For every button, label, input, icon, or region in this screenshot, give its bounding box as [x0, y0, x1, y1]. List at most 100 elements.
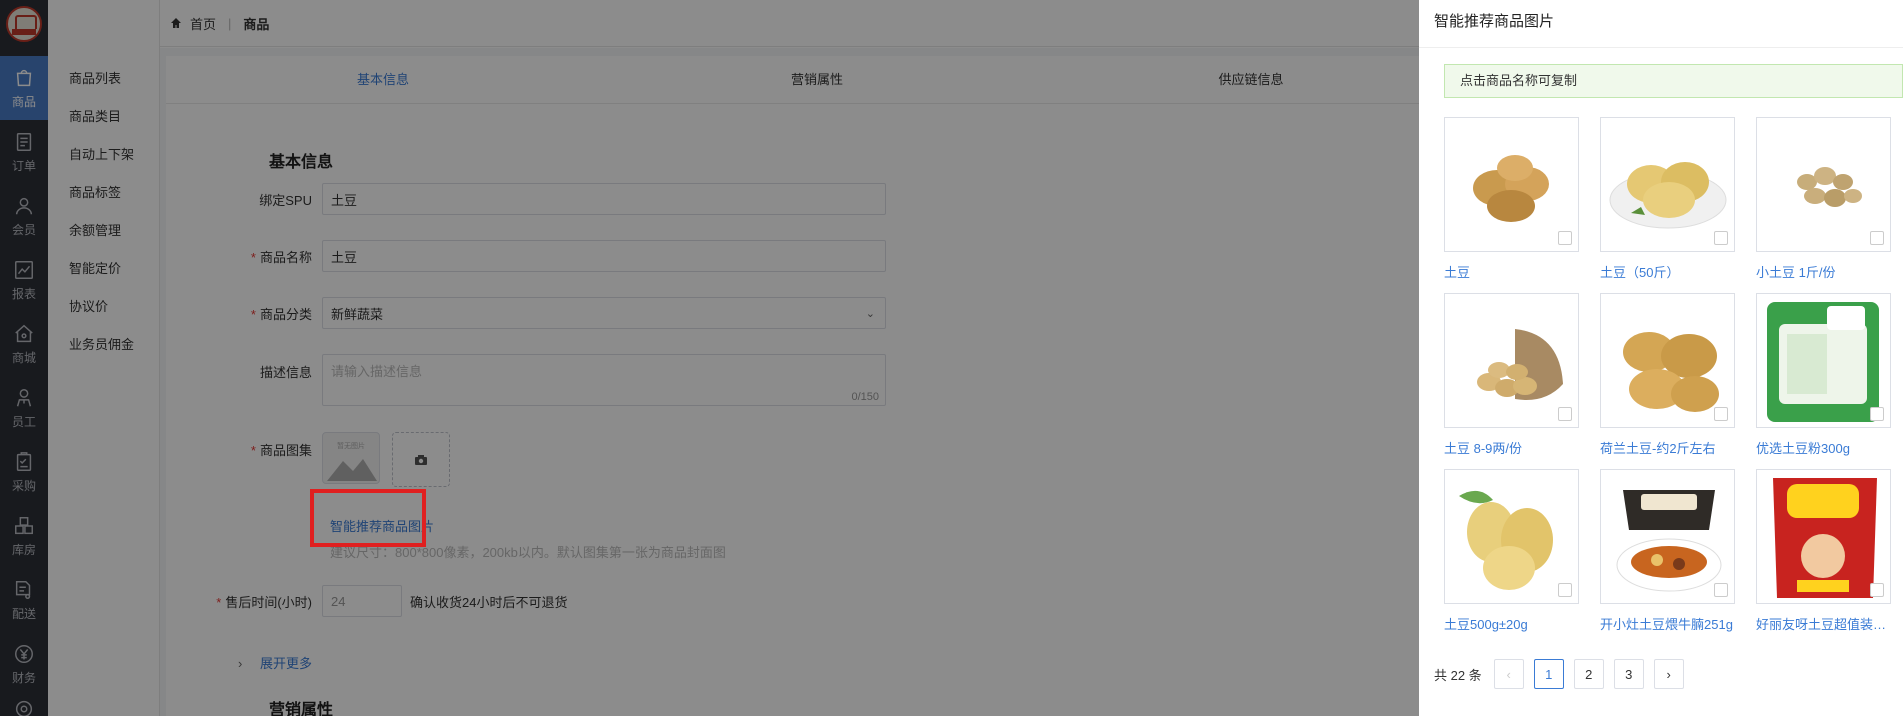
section-title: 基本信息: [269, 154, 334, 171]
select-checkbox[interactable]: [1714, 231, 1728, 245]
product-image[interactable]: [1444, 293, 1579, 428]
category-label: * 商品分类: [250, 306, 312, 322]
gear-icon: [15, 700, 33, 716]
next-page-button[interactable]: ›: [1653, 659, 1684, 689]
home-icon: [171, 18, 181, 28]
subnav-item[interactable]: 余额管理: [48, 212, 159, 250]
aftersale-input[interactable]: 24: [322, 585, 402, 617]
drawer-title: 智能推荐商品图片: [1419, 0, 1903, 48]
product-image[interactable]: [1444, 117, 1579, 252]
page-button[interactable]: 1: [1533, 659, 1564, 689]
name-label: * 商品名称: [250, 249, 312, 265]
grid-item: 优选土豆粉300g: [1756, 293, 1891, 457]
select-checkbox[interactable]: [1870, 231, 1884, 245]
spu-label: 绑定SPU: [259, 192, 312, 208]
tab-supply-chain[interactable]: 供应链信息: [1034, 56, 1468, 103]
product-image[interactable]: [1600, 117, 1735, 252]
rail-item-finance[interactable]: 财务: [0, 632, 48, 696]
subnav-item[interactable]: 协议价: [48, 288, 159, 326]
product-name[interactable]: 优选土豆粉300g: [1756, 438, 1891, 457]
select-checkbox[interactable]: [1558, 407, 1572, 421]
page-button[interactable]: 2: [1573, 659, 1604, 689]
rail-item-goods[interactable]: 商品: [0, 56, 48, 120]
prev-page-button[interactable]: ‹: [1493, 659, 1524, 689]
product-name[interactable]: 好丽友呀土豆超值装番茄味: [1756, 614, 1891, 633]
aftersale-label: * 售后时间(小时): [216, 594, 312, 610]
product-image[interactable]: [1756, 469, 1891, 604]
product-name[interactable]: 土豆 8-9两/份: [1444, 438, 1579, 457]
grid-item: 开小灶土豆煨牛腩251g: [1600, 469, 1735, 633]
subnav-item[interactable]: 商品类目: [48, 98, 159, 136]
rail-item-delivery[interactable]: 配送: [0, 568, 48, 632]
grid-item: 小土豆 1斤/份: [1756, 117, 1891, 281]
product-name[interactable]: 土豆（50斤）: [1600, 262, 1735, 281]
product-image[interactable]: [1756, 293, 1891, 428]
product-name[interactable]: 土豆: [1444, 262, 1579, 281]
chevron-right-icon: ›: [1666, 666, 1671, 682]
section-title-marketing: 营销属性: [269, 702, 334, 716]
order-icon: [16, 132, 32, 151]
tab-basic-info[interactable]: 基本信息: [166, 56, 600, 103]
chart-icon: [15, 260, 33, 279]
category-row: * 商品分类 新鲜蔬菜 ⌄: [166, 297, 886, 329]
product-image[interactable]: [1444, 469, 1579, 604]
product-name[interactable]: 小土豆 1斤/份: [1756, 262, 1891, 281]
subnav-item[interactable]: 商品标签: [48, 174, 159, 212]
rail-item-staff[interactable]: 员工: [0, 376, 48, 440]
breadcrumb-separator: |: [228, 15, 232, 31]
select-checkbox[interactable]: [1714, 407, 1728, 421]
breadcrumb-current: 商品: [243, 16, 270, 32]
rail-item-members[interactable]: 会员: [0, 184, 48, 248]
grid-item: 土豆（50斤）: [1600, 117, 1735, 281]
rail-item-warehouse[interactable]: 库房: [0, 504, 48, 568]
rail-item-reports[interactable]: 报表: [0, 248, 48, 312]
annotation-anchor: [166, 48, 426, 547]
rail-item-settings[interactable]: [0, 696, 48, 716]
select-checkbox[interactable]: [1870, 583, 1884, 597]
select-checkbox[interactable]: [1558, 231, 1572, 245]
staff-icon: [16, 388, 32, 406]
gallery-placeholder-image[interactable]: 暂无图片: [322, 432, 380, 484]
product-name[interactable]: 开小灶土豆煨牛腩251g: [1600, 614, 1735, 633]
copy-notice: 点击商品名称可复制: [1444, 64, 1903, 98]
product-image[interactable]: [1756, 117, 1891, 252]
product-image[interactable]: [1600, 293, 1735, 428]
product-image[interactable]: [1600, 469, 1735, 604]
product-name[interactable]: 荷兰土豆-约2斤左右: [1600, 438, 1735, 457]
page-button[interactable]: 3: [1613, 659, 1644, 689]
desc-textarea[interactable]: 请输入描述信息 0/150: [322, 354, 886, 406]
pagination: 共 22 条 ‹ 1 2 3 ›: [1434, 659, 1694, 689]
name-row: * 商品名称 土豆: [166, 240, 886, 272]
spu-row: 绑定SPU 土豆: [166, 183, 886, 215]
char-counter: 0/150: [851, 391, 879, 403]
tab-marketing[interactable]: 营销属性: [600, 56, 1034, 103]
spu-input[interactable]: 土豆: [322, 183, 886, 215]
grid-item: 好丽友呀土豆超值装番茄味: [1756, 469, 1891, 633]
name-input[interactable]: 土豆: [322, 240, 886, 272]
chevron-left-icon: ‹: [1506, 666, 1511, 682]
rail-item-purchase[interactable]: 采购: [0, 440, 48, 504]
aftersale-note: 确认收货24小时后不可退货: [410, 594, 568, 610]
chevron-down-icon: ⌄: [865, 307, 875, 320]
brand-logo[interactable]: [6, 6, 42, 42]
subnav-item[interactable]: 智能定价: [48, 250, 159, 288]
subnav-item[interactable]: 自动上下架: [48, 136, 159, 174]
chevron-right-icon: ›: [238, 656, 243, 671]
user-icon: [15, 197, 33, 214]
rail-item-mall[interactable]: 商城: [0, 312, 48, 376]
category-select[interactable]: 新鲜蔬菜 ⌄: [322, 297, 886, 329]
subnav-item[interactable]: 商品列表: [48, 60, 159, 98]
upload-button[interactable]: [392, 432, 450, 487]
product-name[interactable]: 土豆500g±20g: [1444, 614, 1579, 633]
grid-item: 土豆500g±20g: [1444, 469, 1579, 633]
select-checkbox[interactable]: [1870, 407, 1884, 421]
breadcrumb-home[interactable]: 首页: [190, 14, 216, 33]
select-checkbox[interactable]: [1714, 583, 1728, 597]
select-checkbox[interactable]: [1558, 583, 1572, 597]
grid-item: 荷兰土豆-约2斤左右: [1600, 293, 1735, 457]
subnav-item[interactable]: 业务员佣金: [48, 326, 159, 364]
rail-item-orders[interactable]: 订单: [0, 120, 48, 184]
expand-more-toggle[interactable]: › 展开更多: [238, 653, 312, 672]
sub-nav: 商品列表 商品类目 自动上下架 商品标签 余额管理 智能定价 协议价 业务员佣金: [48, 0, 160, 716]
highlight-annotation: [310, 489, 426, 547]
